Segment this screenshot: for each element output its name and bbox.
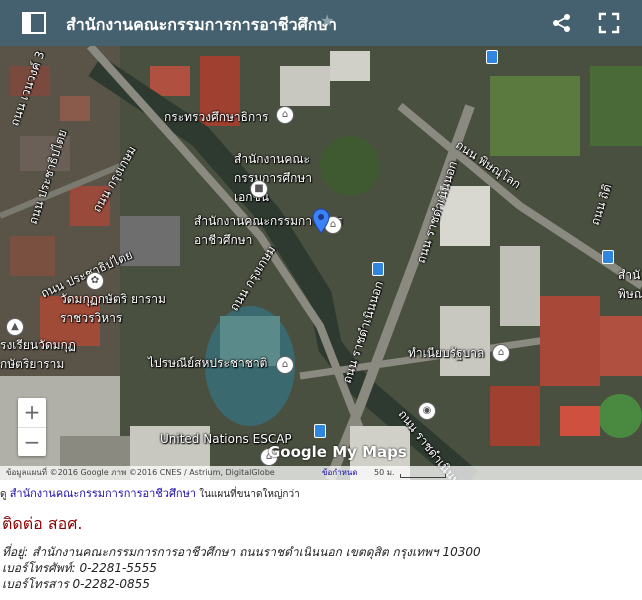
fax-text: เบอร์โทรสาร 0-2282-0855 xyxy=(2,577,150,591)
bus-stop-icon[interactable] xyxy=(314,424,326,438)
star-icon[interactable]: ★ xyxy=(320,11,334,30)
building-icon[interactable]: ⌂ xyxy=(492,344,510,362)
building-icon[interactable]: ⌂ xyxy=(276,356,294,374)
bus-stop-icon[interactable] xyxy=(372,262,384,276)
building-icon[interactable]: ⌂ xyxy=(276,106,294,124)
zoom-in-button[interactable]: + xyxy=(18,398,46,428)
temple-icon[interactable]: ✿ xyxy=(86,272,104,290)
scale-bar xyxy=(400,474,446,478)
zoom-out-button[interactable]: − xyxy=(18,428,46,457)
attribution-text: ข้อมูลแผนที่ ©2016 Google ภาพ ©2016 CNES… xyxy=(6,468,275,477)
scale-label: 50 ม. xyxy=(374,468,395,477)
sidebar-menu-icon[interactable] xyxy=(22,12,46,34)
poi-label-ministry[interactable]: กระทรวงศึกษาธิการ xyxy=(164,108,268,127)
map-view[interactable]: ถนน เวนวงค์ 3 ถนน ประชาธิปไตย ถนน ประชาธ… xyxy=(0,46,642,480)
poi-label-gov-house[interactable]: ทำเนียบรัฐบาล xyxy=(408,344,484,363)
building-icon[interactable]: ■ xyxy=(250,180,268,198)
larger-map-link[interactable]: สำนักงานคณะกรรมการการอาชีวศึกษา xyxy=(10,487,196,500)
poi-label-right-edge[interactable]: สำนั พิษณ xyxy=(618,266,642,304)
bus-stop-icon[interactable] xyxy=(486,50,498,64)
poi-label-temple[interactable]: วัดมกุฏกษัตริ ยาราม ราชวรวิหาร xyxy=(60,290,190,328)
map-title: สำนักงานคณะกรรมการการอาชีวศึกษา xyxy=(66,15,338,34)
map-caption: ดู สำนักงานคณะกรรมการการอาชีวศึกษา ในแผน… xyxy=(0,484,300,502)
google-my-maps-logo: Google My Maps xyxy=(268,443,407,461)
poi-label-post-museum[interactable]: ไปรษณีย์สหประชาชาติ xyxy=(148,354,267,373)
zoom-control: + − xyxy=(18,398,46,456)
share-icon[interactable] xyxy=(552,13,572,33)
camera-icon[interactable]: ◉ xyxy=(418,402,436,420)
map-header: สำนักงานคณะกรรมการการอาชีวศึกษา ★ xyxy=(0,0,642,46)
bus-stop-icon[interactable] xyxy=(602,250,614,264)
fullscreen-icon[interactable] xyxy=(598,12,620,34)
location-pin-icon[interactable] xyxy=(312,208,330,234)
school-icon[interactable]: ▲ xyxy=(6,318,24,336)
contact-heading: ติดต่อ สอศ. xyxy=(2,514,83,533)
caption-suffix: ในแผนที่ขนาดใหญ่กว่า xyxy=(199,489,300,500)
caption-prefix: ดู xyxy=(0,489,7,500)
poi-label-private-edu[interactable]: สำนักงานคณะ กรรมการศึกษาเอกชน xyxy=(234,150,344,207)
terms-link[interactable]: ข้อกำหนด xyxy=(322,466,358,480)
map-attribution-bar: ข้อมูลแผนที่ ©2016 Google ภาพ ©2016 CNES… xyxy=(0,466,642,480)
poi-label-school[interactable]: รงเรียนวัดมกุฏ กษัตริยาราม xyxy=(0,336,80,374)
